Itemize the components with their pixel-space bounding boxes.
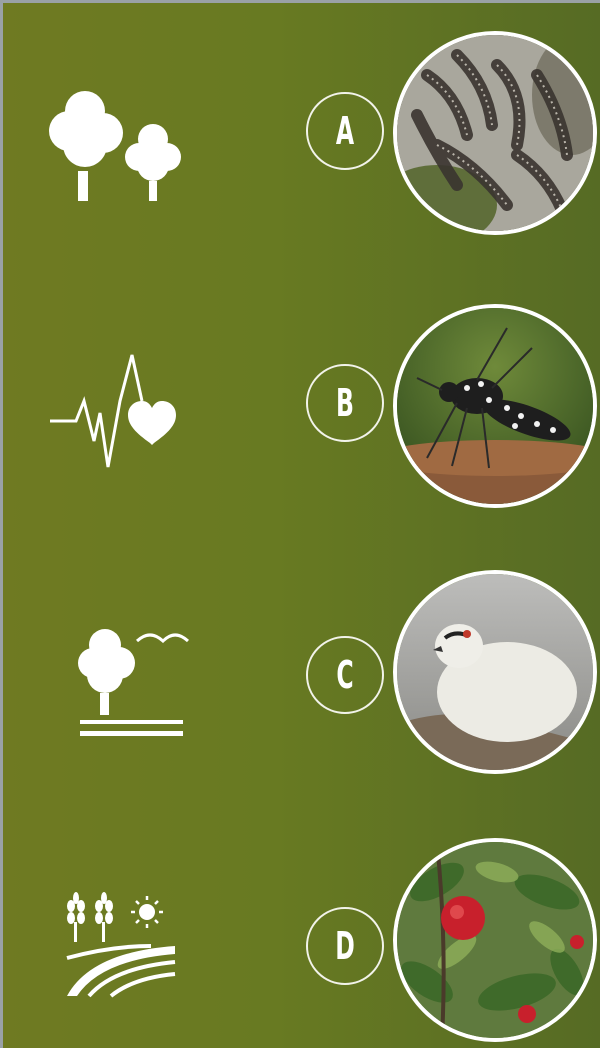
infographic-panel: A B C D <box>3 3 600 1048</box>
caterpillar-nest-photo <box>393 31 597 235</box>
pomegranate-tree-photo <box>393 838 597 1042</box>
agriculture-field-sun-icon <box>61 888 181 1003</box>
mosquito-photo <box>393 304 597 508</box>
option-b-badge: B <box>306 364 384 442</box>
forest-trees-icon <box>41 83 186 208</box>
tree-bird-landscape-icon <box>75 623 195 748</box>
option-d-badge: D <box>306 907 384 985</box>
row-b: B <box>3 298 600 518</box>
option-c-badge: C <box>306 636 384 714</box>
option-letter: C <box>336 653 354 697</box>
option-letter: B <box>336 381 354 425</box>
row-d: D <box>3 833 600 1048</box>
option-letter: D <box>335 924 355 968</box>
row-c: C <box>3 568 600 788</box>
white-ptarmigan-bird-photo <box>393 570 597 774</box>
heartbeat-heart-icon <box>48 353 178 478</box>
row-a: A <box>3 23 600 243</box>
option-letter: A <box>335 109 355 153</box>
option-a-badge: A <box>306 92 384 170</box>
